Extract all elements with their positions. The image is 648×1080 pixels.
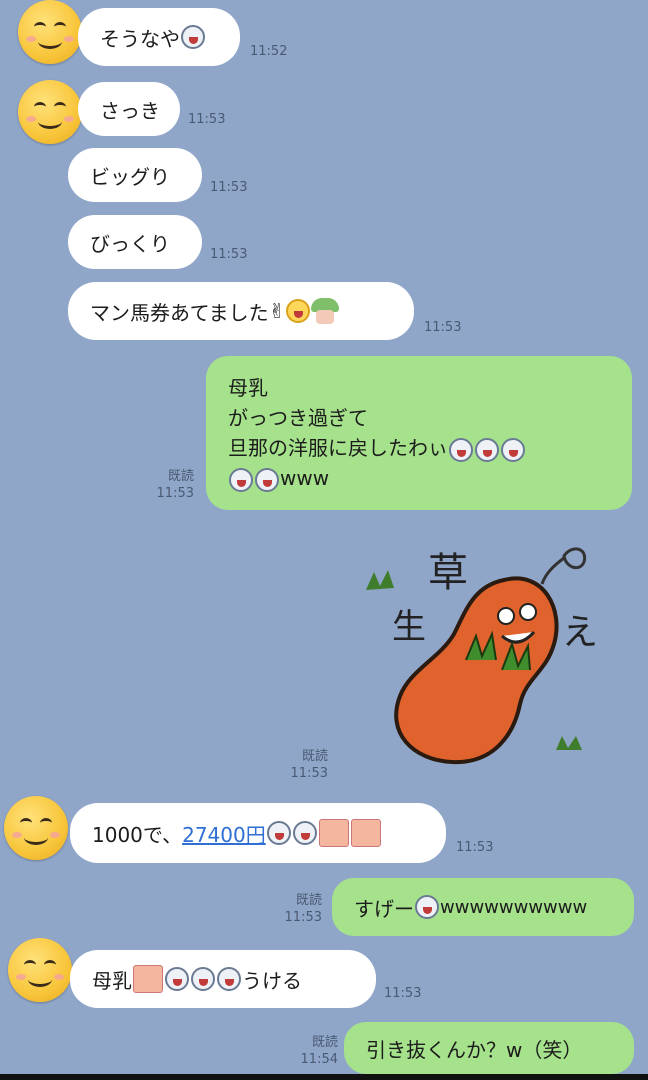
laughing-emoji-icon — [266, 821, 291, 845]
message-text: 母乳 — [92, 968, 132, 993]
sticker-text: 草 — [428, 550, 468, 596]
message-text: さっき — [100, 98, 160, 123]
timestamp: 11:53 — [384, 986, 422, 1001]
message-text: うける — [242, 968, 302, 993]
laughing-emoji-icon — [292, 821, 317, 845]
message-bubble-outgoing[interactable]: 母乳 がっつき過ぎて 旦那の洋服に戻したわぃ www — [206, 356, 632, 510]
laughing-emoji-icon — [449, 437, 473, 462]
laughing-emoji-icon — [191, 967, 215, 991]
message-bubble[interactable]: 1000で、 27400円 — [70, 803, 446, 863]
avatar-smiley-icon[interactable] — [8, 938, 72, 1002]
message-bubble[interactable]: さっき — [78, 82, 180, 136]
avatar-smiley-icon[interactable] — [18, 80, 82, 144]
message-line: がっつき過ぎて — [228, 406, 368, 430]
smiling-face-emoji-icon — [286, 299, 311, 323]
message-text: マン馬券あてました — [90, 300, 269, 325]
laughing-emoji-icon — [165, 967, 189, 991]
message-text: 1000で、 — [92, 822, 183, 847]
character-sticker-icon — [311, 298, 340, 324]
message-text: びっくり — [90, 231, 170, 256]
laughing-emoji-icon — [475, 437, 499, 462]
character-sticker-icon — [133, 965, 163, 993]
message-bubble[interactable]: びっくり — [68, 215, 202, 269]
read-receipt: 既読 11:53 — [284, 893, 322, 925]
character-sticker-icon — [350, 819, 381, 847]
message-line: www — [228, 463, 526, 493]
victory-hand-icon: ✌ — [268, 299, 286, 323]
laughing-emoji-icon — [181, 25, 205, 49]
character-sticker-icon — [318, 819, 349, 847]
message-text: wwwwwwwwww — [440, 896, 588, 918]
chat-area[interactable]: そうなや 11:52 さっき 11:53 ビッグり 11:53 びっくり 11:… — [0, 0, 648, 1080]
avatar-smiley-icon[interactable] — [18, 0, 82, 64]
message-text: そうなや — [100, 26, 180, 51]
message-text: 引き抜くんか？w（笑） — [366, 1037, 583, 1062]
message-bubble[interactable]: ビッグり — [68, 148, 202, 202]
grass-icon — [556, 736, 582, 750]
message-bubble[interactable]: 母乳 うける — [70, 950, 376, 1008]
laughing-emoji-icon — [229, 467, 253, 492]
message-bubble-outgoing[interactable]: すげー wwwwwwwwww — [332, 878, 634, 936]
message-bubble[interactable]: そうなや — [78, 8, 240, 66]
timestamp: 11:53 — [188, 112, 226, 127]
message-text: ビッグり — [90, 164, 170, 189]
message-line: 旦那の洋服に戻したわぃ — [228, 433, 526, 463]
message-bubble-outgoing[interactable]: 引き抜くんか？w（笑） — [344, 1022, 634, 1074]
message-bubble[interactable]: マン馬券あてました ✌ — [68, 282, 414, 340]
grass-icon — [366, 570, 394, 590]
sticker-text: え — [562, 612, 598, 653]
timestamp: 11:52 — [250, 44, 288, 59]
read-receipt: 既読 11:53 — [156, 469, 194, 501]
laughing-emoji-icon — [255, 467, 279, 492]
timestamp: 11:53 — [210, 247, 248, 262]
price-link[interactable]: 27400円 — [182, 819, 266, 848]
bottom-edge — [0, 1074, 648, 1080]
read-receipt: 既読 11:54 — [300, 1035, 338, 1067]
timestamp: 11:53 — [210, 180, 248, 195]
avatar-smiley-icon[interactable] — [4, 796, 68, 860]
laughing-emoji-icon — [415, 895, 439, 919]
message-text: すげー — [354, 896, 414, 921]
laughing-emoji-icon — [501, 437, 525, 462]
read-receipt: 既読 11:53 — [290, 749, 328, 781]
sticker-text: 生 — [392, 607, 426, 647]
timestamp: 11:53 — [456, 840, 494, 855]
message-line: 母乳 — [228, 376, 268, 400]
peanut-character-sticker[interactable]: 草 生 え — [356, 540, 608, 780]
laughing-emoji-icon — [217, 967, 241, 991]
timestamp: 11:53 — [424, 320, 462, 335]
